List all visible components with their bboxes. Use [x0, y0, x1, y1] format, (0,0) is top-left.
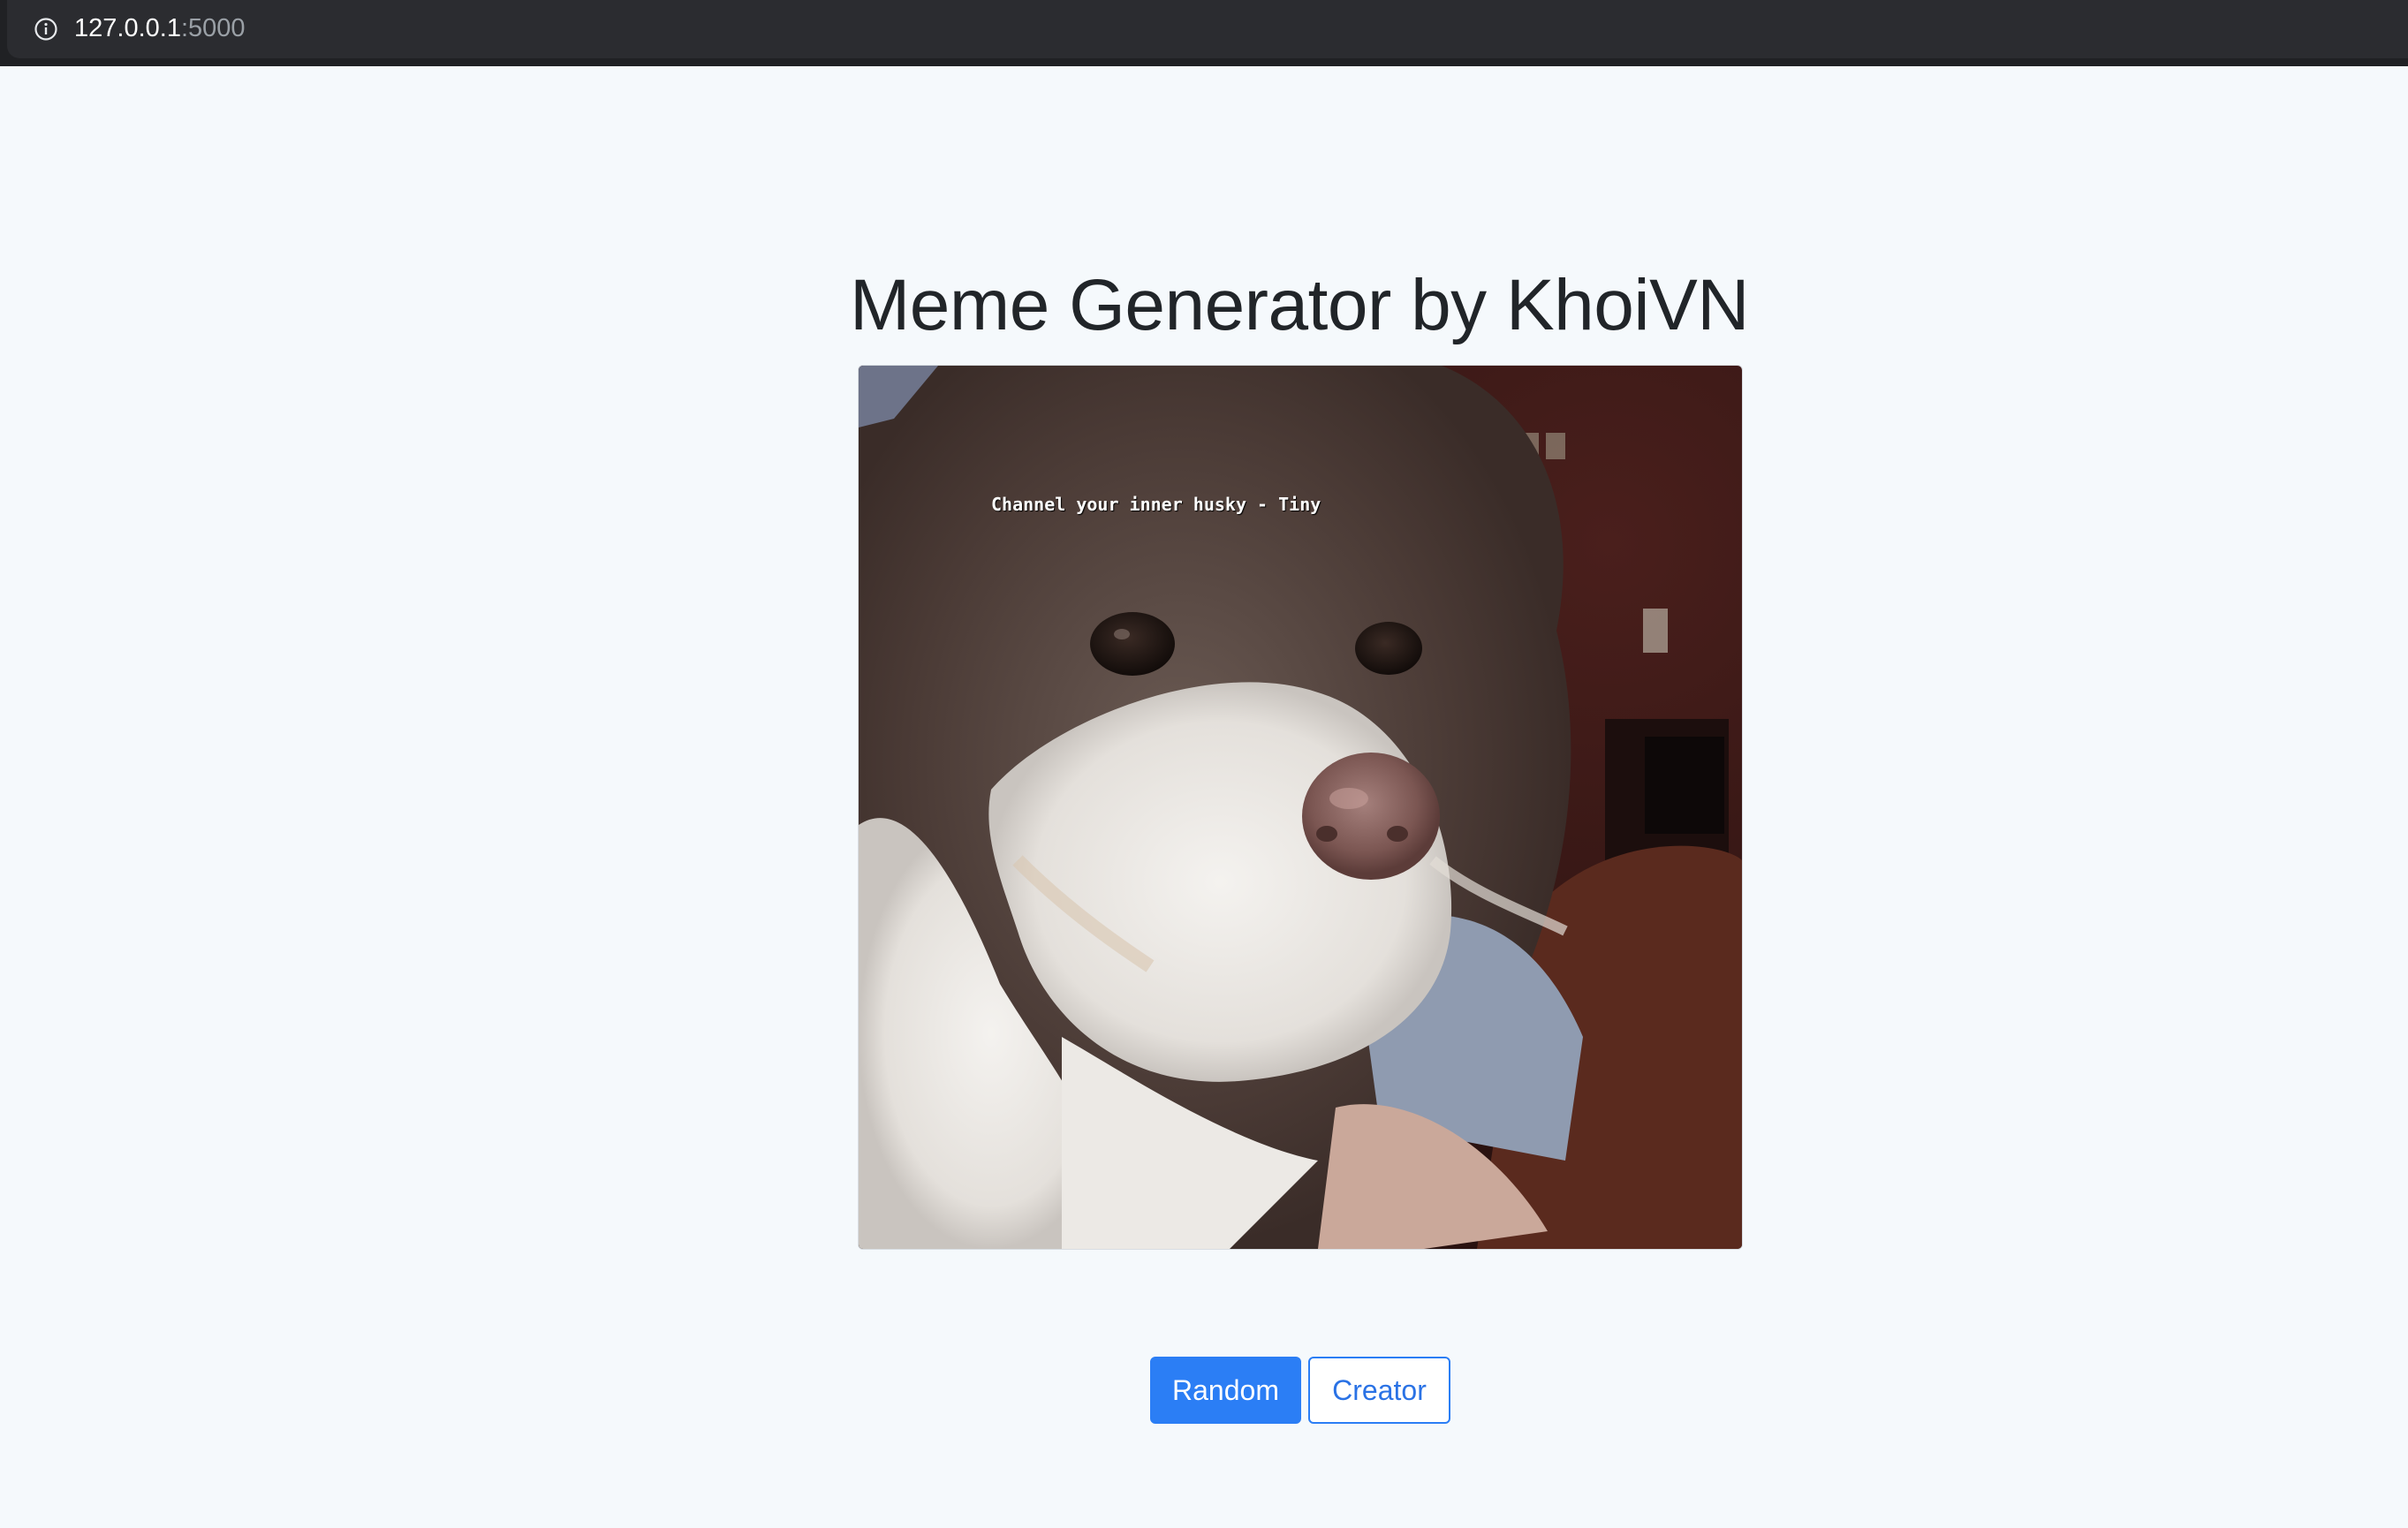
meme-caption: Channel your inner husky - Tiny — [991, 494, 1321, 515]
page-title: Meme Generator by KhoiVN — [849, 265, 1750, 345]
meme-image: Channel your inner husky - Tiny — [858, 365, 1743, 1250]
url-host: 127.0.0.1 — [74, 14, 181, 42]
browser-toolbar: 127.0.0.1:5000 — [0, 0, 2408, 66]
creator-button[interactable]: Creator — [1308, 1357, 1450, 1424]
random-button[interactable]: Random — [1150, 1357, 1301, 1424]
url-text[interactable]: 127.0.0.1:5000 — [74, 12, 246, 44]
address-bar[interactable]: 127.0.0.1:5000 — [7, 0, 2408, 58]
url-port: :5000 — [180, 14, 246, 42]
info-icon[interactable] — [34, 17, 58, 42]
